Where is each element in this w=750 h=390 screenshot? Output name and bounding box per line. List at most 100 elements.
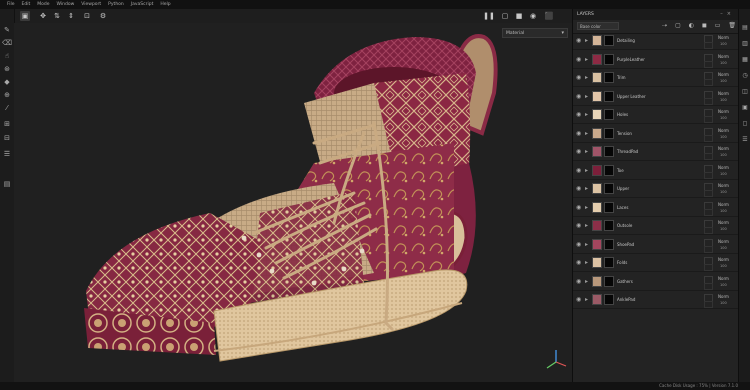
- mask-checkbox[interactable]: [704, 42, 713, 49]
- layer-blend-mode[interactable]: Norm: [718, 257, 729, 262]
- layer-blend-mode[interactable]: Norm: [718, 239, 729, 244]
- new-layer-icon[interactable]: ⇢: [662, 22, 667, 29]
- delete-icon[interactable]: 🗑: [728, 22, 736, 29]
- folder-icon[interactable]: ▸: [585, 259, 588, 266]
- layer-blend-mode[interactable]: Norm: [718, 294, 729, 299]
- fill-layer-icon[interactable]: ◐: [689, 22, 694, 29]
- folder-icon[interactable]: ▸: [585, 278, 588, 285]
- folder-icon[interactable]: ▸: [585, 185, 588, 192]
- visibility-eye-icon[interactable]: ◉: [576, 37, 581, 44]
- layer-row[interactable]: ◉ ▸ ThreadPad Norm 100: [573, 144, 739, 161]
- layer-blend-mode[interactable]: Norm: [718, 183, 729, 188]
- layer-row[interactable]: ◉ ▸ Upper Leather Norm 100: [573, 89, 739, 106]
- layer-blend-mode[interactable]: Norm: [718, 72, 729, 77]
- visibility-eye-icon[interactable]: ◉: [576, 278, 581, 285]
- visibility-eye-icon[interactable]: ◉: [576, 185, 581, 192]
- visibility-eye-icon[interactable]: ◉: [576, 111, 581, 118]
- layer-opacity[interactable]: 100: [720, 190, 727, 194]
- layer-blend-mode[interactable]: Norm: [718, 91, 729, 96]
- layer-blend-mode[interactable]: Norm: [718, 202, 729, 207]
- layer-opacity[interactable]: 100: [720, 209, 727, 213]
- menu-mode[interactable]: Mode: [37, 2, 49, 7]
- mask-checkbox[interactable]: [704, 60, 713, 68]
- menu-viewport[interactable]: Viewport: [81, 2, 101, 7]
- menu-javascript[interactable]: JavaScript: [131, 2, 154, 7]
- visibility-eye-icon[interactable]: ◉: [576, 296, 581, 303]
- group-icon[interactable]: ▭: [715, 22, 721, 29]
- document-icon[interactable]: ▤: [2, 179, 12, 189]
- layer-opacity[interactable]: 100: [720, 135, 727, 139]
- mask-checkbox[interactable]: [704, 264, 713, 271]
- layer-row[interactable]: ◉ ▸ Folds Norm 100: [573, 255, 739, 272]
- layer-blend-mode[interactable]: Norm: [718, 35, 729, 40]
- viewer-icon[interactable]: ◻: [741, 119, 749, 127]
- menu-file[interactable]: File: [7, 2, 15, 7]
- folder-icon[interactable]: ▸: [585, 148, 588, 155]
- visibility-eye-icon[interactable]: ◉: [576, 130, 581, 137]
- mask-checkbox[interactable]: [704, 116, 713, 123]
- clone-icon[interactable]: ⊛: [2, 64, 12, 74]
- menu-help[interactable]: Help: [160, 2, 170, 7]
- blend-channel-select[interactable]: Base color: [577, 22, 619, 30]
- texture-icon[interactable]: ▣: [741, 103, 749, 111]
- camera-icon[interactable]: ▢: [500, 11, 510, 21]
- mask-checkbox[interactable]: [704, 245, 713, 253]
- visibility-eye-icon[interactable]: ◉: [576, 241, 581, 248]
- shelf-icon[interactable]: ▦: [741, 55, 749, 63]
- layer-opacity[interactable]: 100: [720, 301, 727, 305]
- layer-blend-mode[interactable]: Norm: [718, 146, 729, 151]
- layer-opacity[interactable]: 100: [720, 264, 727, 268]
- mask-checkbox[interactable]: [704, 134, 713, 142]
- visibility-eye-icon[interactable]: ◉: [576, 222, 581, 229]
- visibility-eye-icon[interactable]: ◉: [576, 56, 581, 63]
- rotate-icon[interactable]: ⇅: [52, 11, 62, 21]
- material-icon[interactable]: ☰: [2, 149, 12, 159]
- fill-icon[interactable]: ◆: [2, 77, 12, 87]
- settings-icon[interactable]: ⚙: [98, 11, 108, 21]
- properties-icon[interactable]: ▥: [741, 39, 749, 47]
- paint-icon[interactable]: ▢: [675, 22, 681, 29]
- eraser-icon[interactable]: ⌫: [2, 38, 12, 48]
- projection-icon[interactable]: ⊟: [2, 133, 12, 143]
- mask-icon[interactable]: ◼: [702, 22, 707, 29]
- layer-blend-mode[interactable]: Norm: [718, 109, 729, 114]
- layer-opacity[interactable]: 100: [720, 42, 727, 46]
- frame-icon[interactable]: ⊡: [82, 11, 92, 21]
- folder-icon[interactable]: ▸: [585, 241, 588, 248]
- menu-edit[interactable]: Edit: [22, 2, 31, 7]
- layer-row[interactable]: ◉ ▸ Detailing Norm 100: [573, 33, 739, 50]
- mask-checkbox[interactable]: [704, 301, 713, 308]
- layer-row[interactable]: ◉ ▸ PurpleLeather Norm 100: [573, 52, 739, 69]
- 3d-viewport[interactable]: Material ▾: [14, 23, 572, 382]
- bake-icon[interactable]: ⊞: [2, 119, 12, 129]
- layer-opacity[interactable]: 100: [720, 172, 727, 176]
- close-icon[interactable]: ×: [727, 11, 735, 17]
- layer-row[interactable]: ◉ ▸ Upper Norm 100: [573, 181, 739, 198]
- menu-python[interactable]: Python: [108, 2, 124, 7]
- folder-icon[interactable]: ▸: [585, 93, 588, 100]
- folder-icon[interactable]: ▸: [585, 204, 588, 211]
- layer-opacity[interactable]: 100: [720, 61, 727, 65]
- layer-opacity[interactable]: 100: [720, 283, 727, 287]
- mask-checkbox[interactable]: [704, 153, 713, 160]
- folder-icon[interactable]: ▸: [585, 37, 588, 44]
- visibility-eye-icon[interactable]: ◉: [576, 259, 581, 266]
- render-icon[interactable]: ■: [514, 11, 524, 21]
- folder-icon[interactable]: ▸: [585, 130, 588, 137]
- folder-icon[interactable]: ▸: [585, 296, 588, 303]
- material-select[interactable]: Material ▾: [502, 28, 568, 38]
- layer-row[interactable]: ◉ ▸ Outsole Norm 100: [573, 218, 739, 235]
- pause-icon[interactable]: ❚❚: [483, 11, 495, 21]
- mask-checkbox[interactable]: [704, 282, 713, 290]
- display-icon[interactable]: ◫: [741, 87, 749, 95]
- visibility-eye-icon[interactable]: ◉: [576, 204, 581, 211]
- layer-blend-mode[interactable]: Norm: [718, 220, 729, 225]
- layer-row[interactable]: ◉ ▸ Gathers Norm 100: [573, 274, 739, 291]
- layer-blend-mode[interactable]: Norm: [718, 276, 729, 281]
- mask-checkbox[interactable]: [704, 227, 713, 234]
- visibility-eye-icon[interactable]: ◉: [576, 93, 581, 100]
- log-icon[interactable]: ☰: [741, 135, 749, 143]
- layer-opacity[interactable]: 100: [720, 79, 727, 83]
- visibility-eye-icon[interactable]: ◉: [576, 148, 581, 155]
- smudge-icon[interactable]: ☝: [2, 51, 12, 61]
